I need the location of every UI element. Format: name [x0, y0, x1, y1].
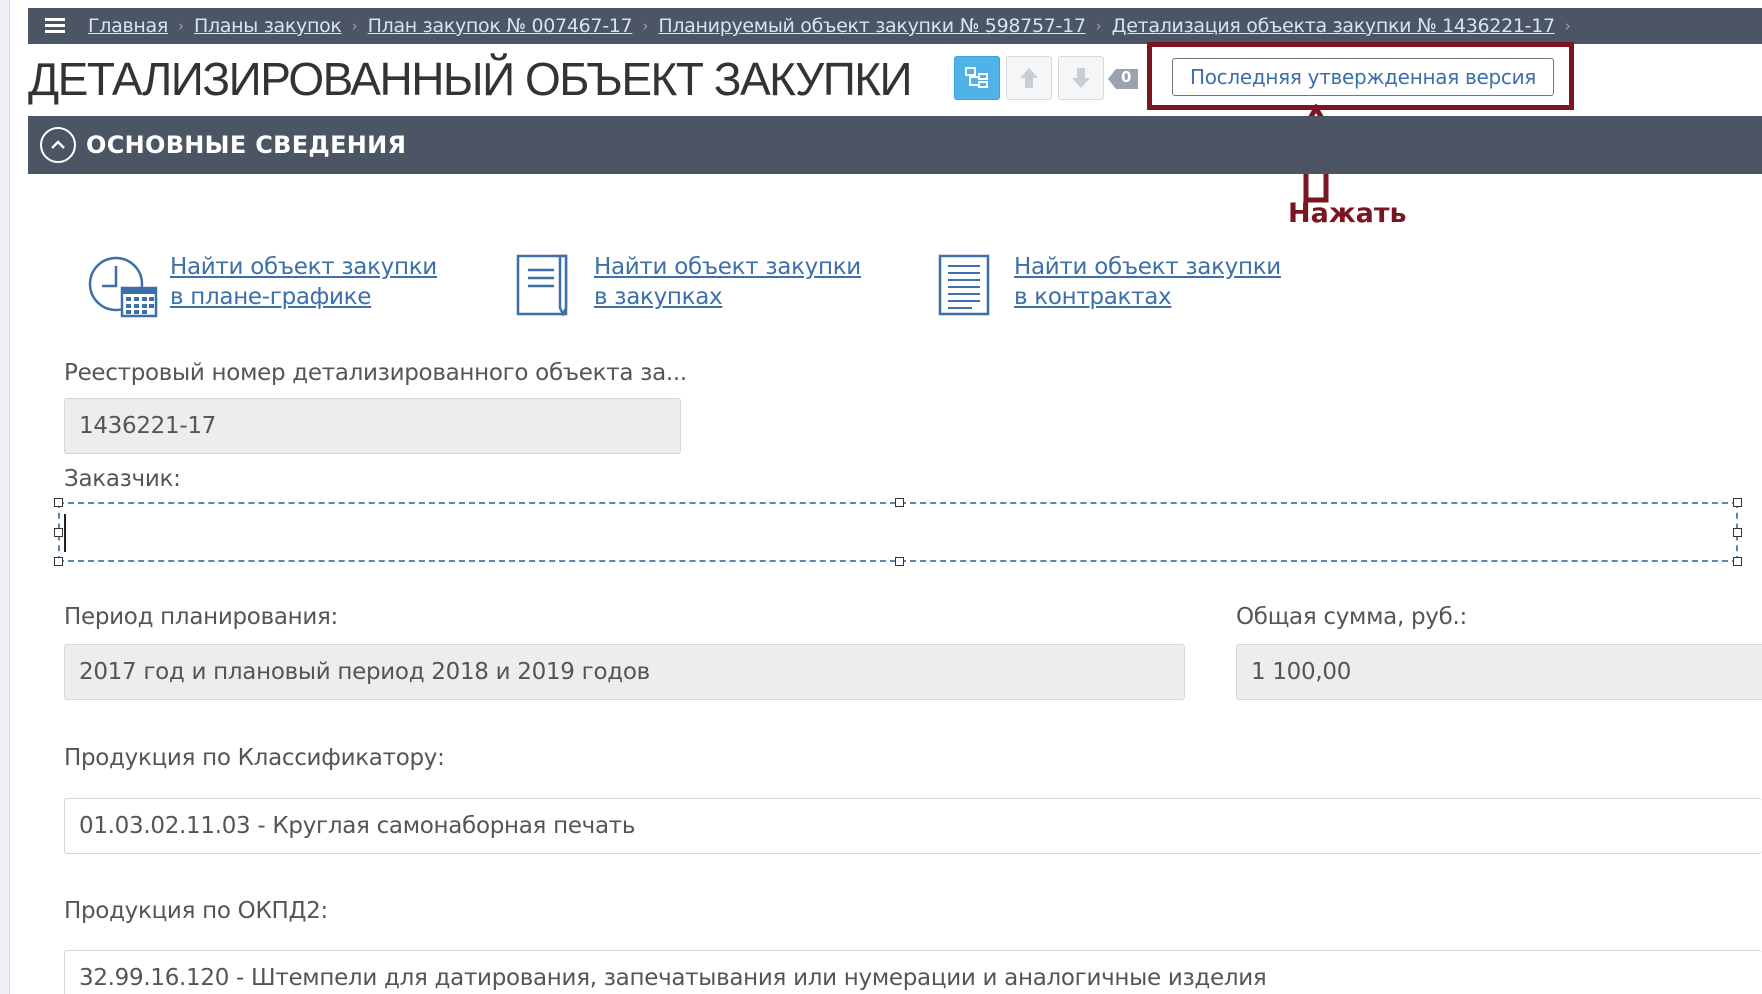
arrow-up-icon [1020, 68, 1038, 88]
breadcrumb-separator-icon: › [351, 17, 358, 35]
total-sum-field: 1 100,00 [1236, 644, 1762, 700]
count-badge: 0 [1106, 66, 1140, 92]
breadcrumb-separator-icon: › [177, 17, 184, 35]
link-line[interactable]: Найти объект закупки [594, 252, 861, 282]
resize-handle[interactable] [895, 498, 904, 507]
collapse-icon[interactable] [40, 127, 76, 163]
section-header-main-info[interactable]: ОСНОВНЫЕ СВЕДЕНИЯ [28, 116, 1762, 174]
okpd2-product-label: Продукция по ОКПД2: [64, 898, 328, 924]
find-in-purchases-text[interactable]: Найти объект закупки в закупках [594, 252, 861, 312]
find-in-contracts-link[interactable]: Найти объект закупки в контрактах [930, 252, 1281, 318]
breadcrumb-detail[interactable]: Детализация объекта закупки № 1436221-17 [1112, 15, 1555, 37]
customer-label: Заказчик: [64, 466, 181, 492]
breadcrumb: Главная › Планы закупок › План закупок №… [82, 8, 1581, 44]
annotation-label: Нажать [1288, 198, 1407, 229]
breadcrumb-bar: Главная › Планы закупок › План закупок №… [28, 8, 1762, 44]
resize-handle[interactable] [54, 528, 63, 537]
find-in-contracts-text[interactable]: Найти объект закупки в контрактах [1014, 252, 1281, 312]
last-approved-version-button[interactable]: Последняя утвержденная версия [1172, 58, 1554, 96]
okpd2-product-field[interactable]: 32.99.16.120 - Штемпели для датирования,… [64, 950, 1762, 994]
breadcrumb-separator-icon: › [1564, 17, 1571, 35]
planning-period-label: Период планирования: [64, 604, 338, 630]
breadcrumb-plan[interactable]: План закупок № 007467-17 [368, 15, 633, 37]
breadcrumb-plans[interactable]: Планы закупок [194, 15, 342, 37]
left-edge-strip [0, 0, 10, 994]
resize-handle[interactable] [895, 557, 904, 566]
link-line[interactable]: в контрактах [1014, 282, 1281, 312]
link-line[interactable]: в закупках [594, 282, 861, 312]
customer-field[interactable] [54, 498, 1742, 566]
document-lines-icon [938, 254, 990, 316]
planning-period-field: 2017 год и плановый период 2018 и 2019 г… [64, 644, 1185, 700]
find-in-schedule-text[interactable]: Найти объект закупки в плане-графике [170, 252, 437, 312]
structure-tree-button[interactable] [954, 56, 1000, 100]
find-in-purchases-link[interactable]: Найти объект закупки в закупках [510, 252, 861, 318]
breadcrumb-planned-object[interactable]: Планируемый объект закупки № 598757-17 [658, 15, 1086, 37]
breadcrumb-separator-icon: › [1095, 17, 1102, 35]
link-line[interactable]: в плане-графике [170, 282, 437, 312]
registry-number-label: Реестровый номер детализированного объек… [64, 360, 687, 386]
page-title: ДЕТАЛИЗИРОВАННЫЙ ОБЪЕКТ ЗАКУПКИ [28, 53, 913, 105]
document-pen-icon [516, 254, 568, 317]
registry-number-field: 1436221-17 [64, 398, 681, 454]
move-up-button[interactable] [1006, 56, 1052, 100]
badge-count: 0 [1121, 68, 1132, 86]
breadcrumb-home[interactable]: Главная [88, 15, 168, 37]
calendar-clock-icon [88, 256, 158, 318]
classifier-product-field[interactable]: 01.03.02.11.03 - Круглая самонаборная пе… [64, 798, 1762, 854]
arrow-down-icon [1072, 68, 1090, 88]
classifier-product-label: Продукция по Классификатору: [64, 745, 445, 771]
section-title: ОСНОВНЫЕ СВЕДЕНИЯ [86, 131, 407, 159]
total-sum-label: Общая сумма, руб.: [1236, 604, 1467, 630]
resize-handle[interactable] [1733, 557, 1742, 566]
text-caret [64, 514, 66, 552]
structure-icon [965, 67, 988, 88]
find-in-schedule-link[interactable]: Найти объект закупки в плане-графике [86, 252, 437, 318]
resize-handle[interactable] [54, 498, 63, 507]
link-line[interactable]: Найти объект закупки [170, 252, 437, 282]
resize-handle[interactable] [54, 557, 63, 566]
link-line[interactable]: Найти объект закупки [1014, 252, 1281, 282]
breadcrumb-separator-icon: › [642, 17, 649, 35]
move-down-button[interactable] [1058, 56, 1104, 100]
resize-handle[interactable] [1733, 498, 1742, 507]
resize-handle[interactable] [1733, 528, 1742, 537]
menu-icon[interactable] [28, 8, 82, 44]
